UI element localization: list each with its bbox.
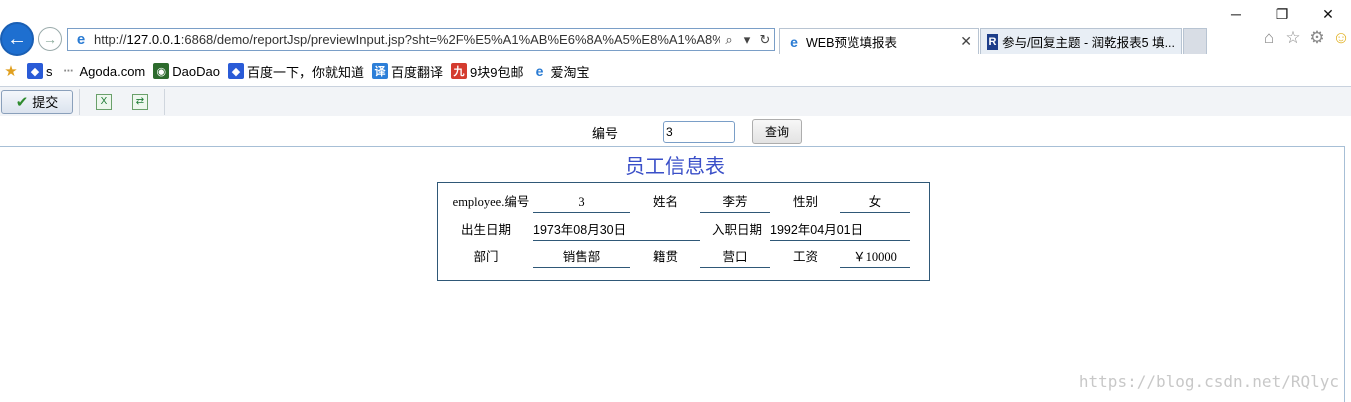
favorites-star[interactable]: ★ xyxy=(3,63,19,80)
url-path: :6868/demo/reportJsp/previewInput.jsp?sh… xyxy=(180,32,720,47)
ie-icon: e xyxy=(790,33,798,50)
submit-button[interactable]: ✔ 提交 xyxy=(1,89,73,114)
nine-icon: 九 xyxy=(451,63,467,79)
birth-date-label: 出生日期 xyxy=(460,223,511,237)
report-title: 员工信息表 xyxy=(625,154,725,178)
url-host: 127.0.0.1 xyxy=(126,32,181,47)
favorite-item-baidu[interactable]: ◆ 百度一下，你就知道 xyxy=(227,62,364,81)
employee-id-field[interactable]: 3 xyxy=(533,192,630,213)
ie-icon: e xyxy=(535,63,544,79)
browser-right-icons: ⌂ ☆ ⚙ ☺ xyxy=(1259,28,1351,50)
baidu-paw-icon: ◆ xyxy=(227,63,244,79)
report-form: employee.编号 3 姓名 李芳 性别 女 出生日期 1973年08月30… xyxy=(437,182,930,281)
department-field[interactable]: 销售部 xyxy=(533,247,630,268)
smiley-icon[interactable]: ☺ xyxy=(1331,28,1351,50)
employee-id-input[interactable] xyxy=(663,121,735,143)
home-icon[interactable]: ⌂ xyxy=(1259,28,1279,50)
close-tab-icon[interactable]: ✕ xyxy=(960,33,972,50)
favorite-label: DaoDao xyxy=(172,63,220,79)
native-place-label: 籍贯 xyxy=(652,250,678,264)
favorite-label: 百度翻译 xyxy=(390,64,443,80)
checkmark-icon: ✔ xyxy=(15,93,29,111)
favorites-bar: ★ ◆ s ⋯ Agoda.com ◉ DaoDao ◆ 百度一下，你就知道 译百度翻译… xyxy=(0,58,1351,84)
baidu-paw-icon: ◆ xyxy=(27,63,43,79)
new-tab-button[interactable] xyxy=(1183,28,1207,54)
refresh-icon[interactable]: ↻ xyxy=(756,32,774,48)
salary-label: 工资 xyxy=(792,250,818,264)
ie-icon: e xyxy=(76,30,86,48)
native-place-field[interactable]: 营口 xyxy=(700,247,770,268)
url-scheme: http:// xyxy=(94,32,127,47)
submit-label: 提交 xyxy=(32,95,59,110)
query-button[interactable]: 查询 xyxy=(752,119,802,144)
restore-button[interactable]: ❐ xyxy=(1259,0,1305,28)
favorites-star-icon: ★ xyxy=(4,63,18,80)
hire-date-field[interactable]: 1992年04月01日 xyxy=(770,220,910,241)
r-logo-icon: R xyxy=(987,33,999,50)
star-icon[interactable]: ☆ xyxy=(1283,28,1303,50)
excel-export-icon[interactable]: X xyxy=(96,93,112,110)
tab-label: WEB预览填报表 xyxy=(806,36,897,50)
arrow-right-icon: → xyxy=(43,31,57,47)
report-toolbar: ✔ 提交 X ⇄ xyxy=(0,86,1351,116)
favorite-item-daodao[interactable]: ◉ DaoDao xyxy=(153,63,220,79)
back-button[interactable]: ← xyxy=(0,22,34,56)
query-label: 编号 xyxy=(592,126,619,141)
favorite-item-aitaobao[interactable]: e 爱淘宝 xyxy=(531,62,590,81)
url-text[interactable]: http://127.0.0.1:6868/demo/reportJsp/pre… xyxy=(94,32,720,47)
salary-field[interactable]: ￥10000 xyxy=(840,247,910,268)
favorite-item-s[interactable]: ◆ s xyxy=(27,63,53,79)
department-label: 部门 xyxy=(473,250,499,264)
tab-web-preview[interactable]: e WEB预览填报表 ✕ xyxy=(779,28,979,54)
favorite-item-agoda[interactable]: ⋯ Agoda.com xyxy=(61,63,146,79)
name-field[interactable]: 李芳 xyxy=(700,192,770,213)
favorite-label: s xyxy=(46,63,53,79)
close-window-button[interactable]: ✕ xyxy=(1305,0,1351,28)
hire-date-label: 入职日期 xyxy=(711,223,762,237)
watermark: https://blog.csdn.net/RQlyc xyxy=(1078,372,1339,391)
search-icon[interactable]: ⌕ xyxy=(720,32,738,48)
toolbar-divider xyxy=(164,88,165,115)
agoda-icon: ⋯ xyxy=(63,65,74,77)
favorite-label: 百度一下，你就知道 xyxy=(246,64,364,80)
toolbar-divider xyxy=(79,88,80,115)
owl-icon: ◉ xyxy=(153,63,170,79)
forward-button[interactable]: → xyxy=(38,27,62,51)
gender-label: 性别 xyxy=(792,195,818,209)
tab-label: 参与/回复主题 - 润乾报表5 填... xyxy=(1002,36,1175,50)
birth-date-field[interactable]: 1973年08月30日 xyxy=(533,220,700,241)
favorite-item-baidu-translate[interactable]: 译百度翻译 xyxy=(371,62,443,81)
minimize-button[interactable]: ─ xyxy=(1213,0,1259,28)
excel-import-icon[interactable]: ⇄ xyxy=(132,93,148,110)
gear-icon[interactable]: ⚙ xyxy=(1307,28,1327,50)
favorite-item-9kuai9[interactable]: 九 9块9包邮 xyxy=(451,62,523,81)
window-controls: ─ ❐ ✕ xyxy=(1213,0,1351,28)
favorite-label: 9块9包邮 xyxy=(470,64,524,80)
chevron-down-icon[interactable]: ▾ xyxy=(738,32,756,48)
translate-icon: 译 xyxy=(371,63,388,79)
address-bar[interactable]: e http://127.0.0.1:6868/demo/reportJsp/p… xyxy=(67,28,775,51)
gender-field[interactable]: 女 xyxy=(840,192,910,213)
arrow-left-icon: ← xyxy=(7,27,27,50)
favorite-label: 爱淘宝 xyxy=(550,64,590,80)
favorite-label: Agoda.com xyxy=(79,63,146,79)
name-label: 姓名 xyxy=(652,195,678,209)
tab-forum[interactable]: R 参与/回复主题 - 润乾报表5 填... xyxy=(980,28,1182,54)
employee-id-label: employee.编号 xyxy=(452,195,530,209)
